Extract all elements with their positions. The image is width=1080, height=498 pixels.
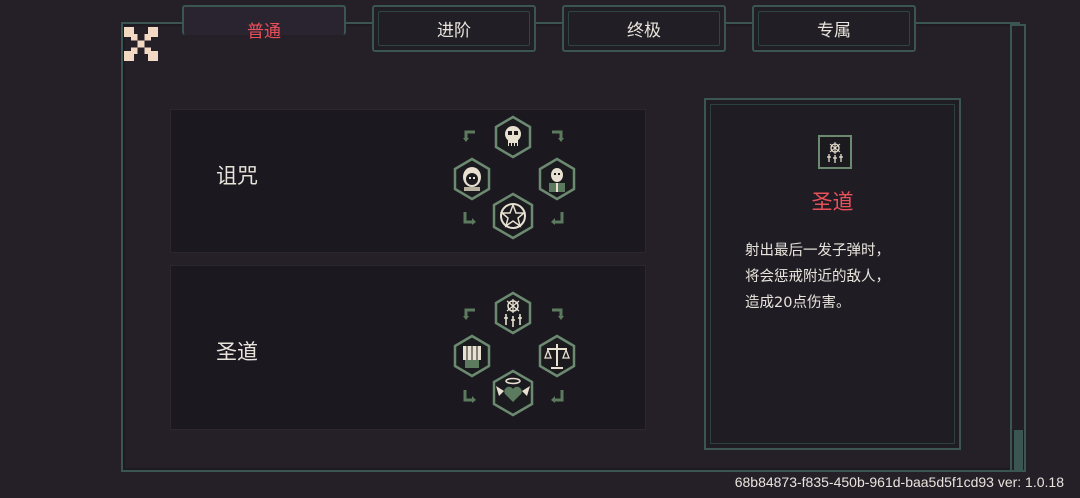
fist-icon [453,334,491,378]
scrollbar-thumb[interactable] [1014,430,1023,470]
tab-normal[interactable]: 普通 [182,5,346,42]
scrollbar-track[interactable] [1010,24,1026,472]
synergy-row-holy[interactable]: 圣道 [170,265,646,430]
cultist-icon [538,157,576,201]
tab-label: 专属 [817,21,851,41]
tab-label: 普通 [247,22,281,42]
holy-sigil-icon [818,135,852,169]
arrow-icon [551,212,564,225]
arrow-icon [463,308,475,320]
tab-ultimate[interactable]: 终极 [562,5,726,52]
holy-sigil-icon [494,291,532,335]
description-line: 造成20点伤害。 [745,295,851,311]
row-label: 圣道 [216,340,258,364]
version-label: 68b84873-f835-450b-961d-baa5d5f1cd93 ver… [734,474,1064,490]
arrow-icon [552,130,564,142]
close-icon [124,27,158,61]
tab-label: 进阶 [437,21,471,41]
synergy-row-curse[interactable]: 诅咒 [170,109,646,253]
arrow-icon [463,130,475,142]
description-line: 将会惩戒附近的敌人， [745,269,890,285]
skull-icon [494,115,532,159]
arrow-icon [552,308,564,320]
tab-exclusive[interactable]: 专属 [752,5,916,52]
scales-icon [538,334,576,378]
hooded-figure-icon [453,157,491,201]
row-label: 诅咒 [216,164,258,188]
pentagram-icon [492,192,534,240]
tab-label: 终极 [627,21,661,41]
detail-title: 圣道 [811,190,854,214]
detail-panel: 圣道 射出最后一发子弹时， 将会惩戒附近的敌人， 造成20点伤害。 [704,98,961,450]
tab-advanced[interactable]: 进阶 [372,5,536,52]
winged-heart-icon [492,369,534,417]
arrow-icon [551,390,564,403]
arrow-icon [463,390,476,403]
description-line: 射出最后一发子弹时， [745,243,890,259]
detail-description: 射出最后一发子弹时， 将会惩戒附近的敌人， 造成20点伤害。 [745,238,945,316]
arrow-icon [463,212,476,225]
close-button[interactable] [124,27,158,61]
